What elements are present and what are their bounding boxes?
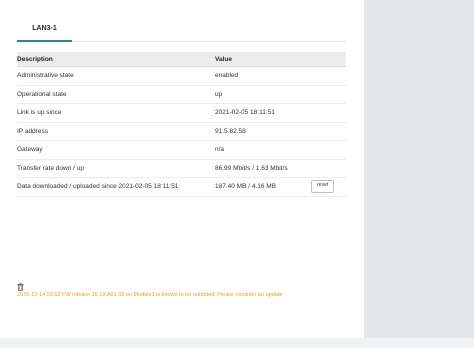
tab-lan3-1[interactable]: LAN3-1 xyxy=(17,16,72,42)
interface-info-table: Description Value Administrative state e… xyxy=(17,52,346,197)
status-value-up: up xyxy=(215,85,311,104)
table-row: IP address 91.5.82.58 xyxy=(17,122,346,141)
row-value: 187.40 MB / 4.16 MB xyxy=(215,177,311,197)
row-label: Transfer rate down / up xyxy=(17,159,215,178)
table-row: Operational state up xyxy=(17,85,346,104)
table-row: Administrative state enabled xyxy=(17,66,346,86)
row-value: 91.5.82.58 xyxy=(215,122,311,141)
row-value: n/a xyxy=(215,140,311,160)
reset-counters-button[interactable]: reset xyxy=(311,180,335,194)
firmware-update-notice: 2020-12-14 03:52 FW release 16.19.A01.02… xyxy=(17,292,283,298)
tab-bar: LAN3-1 xyxy=(17,16,346,42)
row-label: Administrative state xyxy=(17,66,215,86)
bottom-bar xyxy=(0,338,474,348)
row-value: enabled xyxy=(215,66,311,86)
row-label: IP address xyxy=(17,122,215,141)
table-row: Transfer rate down / up 86.99 Mbit/s / 1… xyxy=(17,159,346,178)
row-value: 2021-02-05 18:11:51 xyxy=(215,103,311,123)
row-label: Gateway xyxy=(17,140,215,160)
table-header-row: Description Value xyxy=(17,52,346,67)
table-row: Link is up since 2021-02-05 18:11:51 xyxy=(17,103,346,123)
table-row: Data downloaded / uploaded since 2021-02… xyxy=(17,177,346,197)
column-header-actions xyxy=(311,52,346,67)
main-panel: LAN3-1 Description Value Administrative … xyxy=(0,0,364,338)
column-header-value: Value xyxy=(215,52,311,67)
row-label: Link is up since xyxy=(17,103,215,123)
table-row: Gateway n/a xyxy=(17,140,346,160)
row-value: 86.99 Mbit/s / 1.63 Mbit/s xyxy=(215,159,311,178)
column-header-description: Description xyxy=(17,52,215,67)
row-label: Data downloaded / uploaded since 2021-02… xyxy=(17,177,215,197)
side-background xyxy=(364,0,474,338)
row-label: Operational state xyxy=(17,85,215,104)
trash-icon[interactable] xyxy=(17,283,24,291)
